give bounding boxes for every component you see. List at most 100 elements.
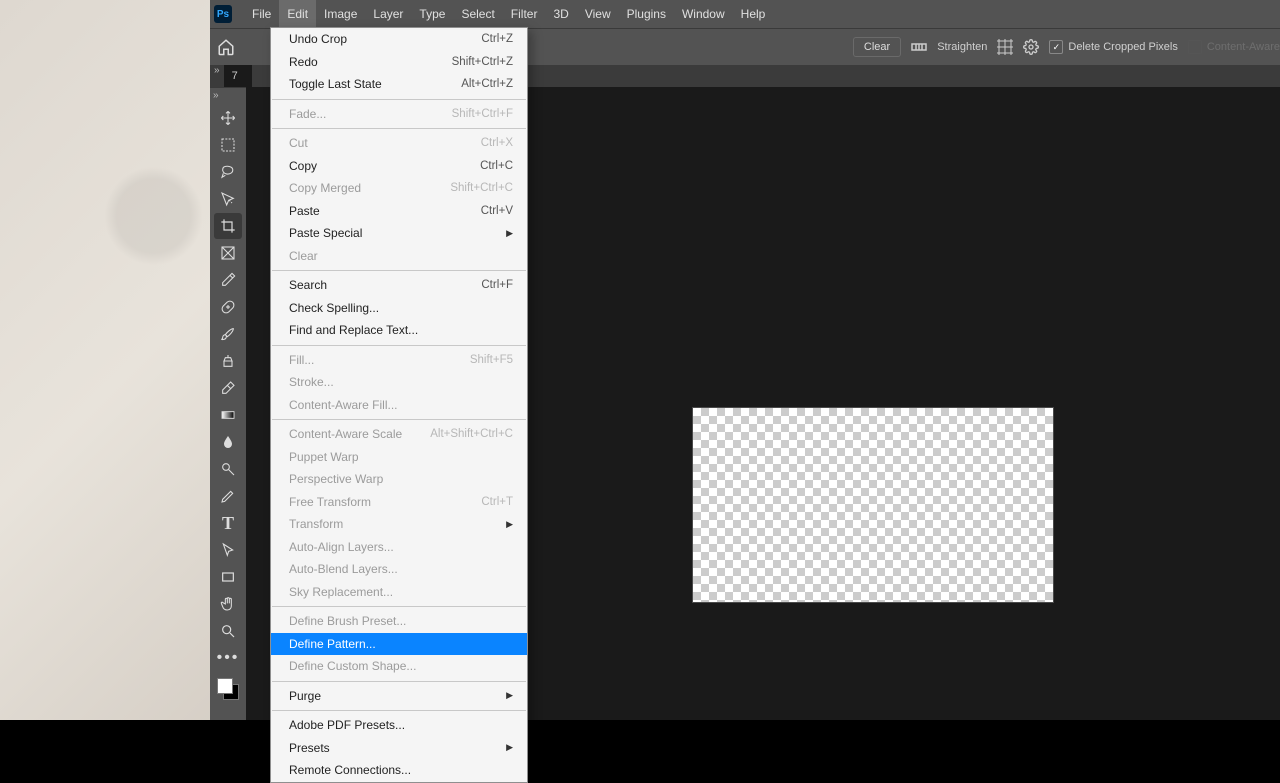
eyedropper-tool[interactable] [214, 267, 242, 293]
menuitem-label: Purge [289, 689, 321, 703]
menuitem-shortcut: Shift+Ctrl+C [450, 182, 513, 194]
path-select-tool[interactable] [214, 537, 242, 563]
menuitem-copy[interactable]: CopyCtrl+C [271, 155, 527, 178]
menuitem-define-pattern[interactable]: Define Pattern... [271, 633, 527, 656]
rectangle-tool[interactable] [214, 564, 242, 590]
menuitem-label: Cut [289, 136, 308, 150]
quick-select-tool[interactable] [214, 186, 242, 212]
menu-plugins[interactable]: Plugins [619, 0, 674, 28]
menu-separator [272, 710, 526, 711]
more-tool[interactable]: ••• [214, 645, 242, 671]
menuitem-paste-special[interactable]: Paste Special [271, 222, 527, 245]
menuitem-label: Find and Replace Text... [289, 323, 418, 337]
menuitem-fade: Fade...Shift+Ctrl+F [271, 103, 527, 126]
menu-3d[interactable]: 3D [545, 0, 576, 28]
foreground-color-swatch[interactable] [217, 678, 233, 694]
straighten-label[interactable]: Straighten [937, 41, 987, 53]
menuitem-label: Copy Merged [289, 181, 361, 195]
menuitem-free-transform: Free TransformCtrl+T [271, 491, 527, 514]
menuitem-label: Perspective Warp [289, 472, 383, 486]
menuitem-undo-crop[interactable]: Undo CropCtrl+Z [271, 28, 527, 51]
menuitem-label: Paste [289, 204, 320, 218]
gradient-tool[interactable] [214, 402, 242, 428]
eraser-tool[interactable] [214, 375, 242, 401]
menu-select[interactable]: Select [453, 0, 502, 28]
menuitem-shortcut: Shift+F5 [470, 354, 513, 366]
lasso-tool[interactable] [214, 159, 242, 185]
content-aware-checkbox[interactable] [1188, 40, 1202, 54]
menuitem-label: Content-Aware Fill... [289, 398, 398, 412]
menuitem-label: Fill... [289, 353, 314, 367]
menuitem-label: Define Custom Shape... [289, 659, 416, 673]
tools-panel: » T ••• [210, 87, 246, 720]
menuitem-presets[interactable]: Presets [271, 737, 527, 760]
menu-type[interactable]: Type [411, 0, 453, 28]
move-tool[interactable] [214, 105, 242, 131]
document-tab[interactable]: 7 [224, 65, 252, 87]
menuitem-label: Puppet Warp [289, 450, 359, 464]
type-tool[interactable]: T [214, 510, 242, 536]
menuitem-label: Presets [289, 741, 330, 755]
menuitem-find-and-replace-text[interactable]: Find and Replace Text... [271, 319, 527, 342]
menuitem-transform: Transform [271, 513, 527, 536]
menuitem-purge[interactable]: Purge [271, 685, 527, 708]
menu-separator [272, 419, 526, 420]
blur-tool[interactable] [214, 429, 242, 455]
zoom-tool[interactable] [214, 618, 242, 644]
frame-tool[interactable] [214, 240, 242, 266]
menu-separator [272, 99, 526, 100]
color-swatches[interactable] [217, 678, 239, 700]
menuitem-label: Remote Connections... [289, 763, 411, 777]
menu-window[interactable]: Window [674, 0, 733, 28]
menuitem-label: Define Pattern... [289, 637, 376, 651]
menu-layer[interactable]: Layer [365, 0, 411, 28]
healing-tool[interactable] [214, 294, 242, 320]
menuitem-shortcut: Ctrl+V [481, 205, 513, 217]
menu-image[interactable]: Image [316, 0, 365, 28]
menuitem-label: Define Brush Preset... [289, 614, 406, 628]
menuitem-label: Toggle Last State [289, 77, 382, 91]
menuitem-label: Transform [289, 517, 343, 531]
menu-edit[interactable]: Edit [279, 0, 316, 28]
menuitem-remote-connections[interactable]: Remote Connections... [271, 759, 527, 782]
menuitem-auto-align-layers: Auto-Align Layers... [271, 536, 527, 559]
menu-separator [272, 270, 526, 271]
toolbar-collapse-icon[interactable]: » [210, 90, 222, 105]
delete-cropped-checkbox[interactable]: ✓ [1049, 40, 1063, 54]
hand-tool[interactable] [214, 591, 242, 617]
menu-view[interactable]: View [577, 0, 619, 28]
menu-filter[interactable]: Filter [503, 0, 546, 28]
menu-file[interactable]: File [244, 0, 279, 28]
menuitem-check-spelling[interactable]: Check Spelling... [271, 297, 527, 320]
menuitem-label: Sky Replacement... [289, 585, 393, 599]
crop-tool[interactable] [214, 213, 242, 239]
menuitem-define-custom-shape: Define Custom Shape... [271, 655, 527, 678]
menuitem-shortcut: Alt+Ctrl+Z [461, 78, 513, 90]
menuitem-toggle-last-state[interactable]: Toggle Last State Alt+Ctrl+Z [271, 73, 527, 96]
brush-tool[interactable] [214, 321, 242, 347]
menuitem-shortcut: Ctrl+Z [481, 33, 513, 45]
pen-tool[interactable] [214, 483, 242, 509]
menu-help[interactable]: Help [733, 0, 774, 28]
menu-separator [272, 681, 526, 682]
gear-icon[interactable] [1023, 39, 1039, 55]
menuitem-adobe-pdf-presets[interactable]: Adobe PDF Presets... [271, 714, 527, 737]
menuitem-paste[interactable]: Paste Ctrl+V [271, 200, 527, 223]
menuitem-sky-replacement: Sky Replacement... [271, 581, 527, 604]
menuitem-redo[interactable]: RedoShift+Ctrl+Z [271, 51, 527, 74]
photoshop-window: Ps FileEditImageLayerTypeSelectFilter3DV… [210, 0, 1280, 720]
marquee-tool[interactable] [214, 132, 242, 158]
clear-button[interactable]: Clear [853, 37, 901, 57]
clone-tool[interactable] [214, 348, 242, 374]
dodge-tool[interactable] [214, 456, 242, 482]
menuitem-clear: Clear [271, 245, 527, 268]
menuitem-content-aware-fill: Content-Aware Fill... [271, 394, 527, 417]
home-icon[interactable] [216, 37, 236, 57]
straighten-icon[interactable] [911, 39, 927, 55]
grid-overlay-icon[interactable] [997, 39, 1013, 55]
menuitem-search[interactable]: SearchCtrl+F [271, 274, 527, 297]
menuitem-shortcut: Alt+Shift+Ctrl+C [430, 428, 513, 440]
menuitem-label: Auto-Blend Layers... [289, 562, 398, 576]
document-canvas[interactable] [692, 407, 1054, 603]
tabbar-chevrons-icon[interactable]: » [210, 65, 224, 76]
